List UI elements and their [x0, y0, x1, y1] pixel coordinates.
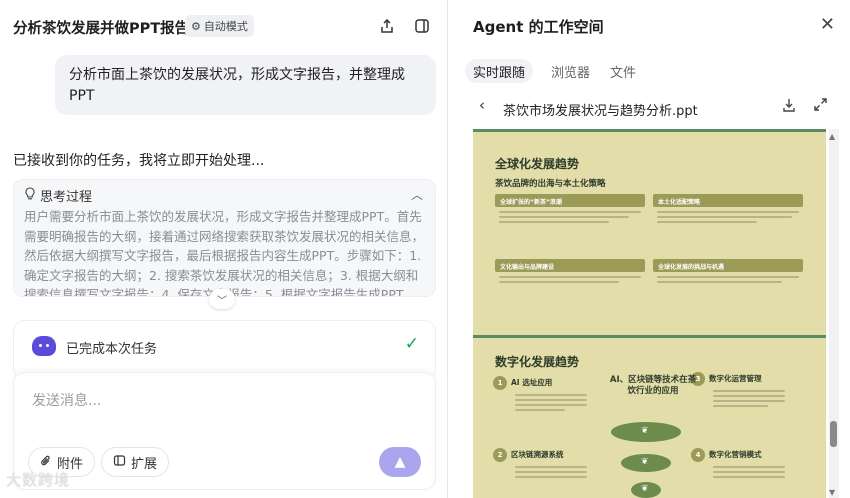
close-icon[interactable]: ✕ — [820, 14, 835, 35]
send-arrow-icon: ▲ — [394, 454, 406, 470]
thinking-header[interactable]: 思考过程 — [24, 186, 92, 205]
workspace-panel: Agent 的工作空间 ✕ 实时跟随 浏览器 文件 ‹ 茶饮市场发展状况与趋势分… — [447, 0, 850, 498]
toggle-panel-icon[interactable] — [411, 15, 433, 37]
slide-divider — [473, 335, 826, 338]
slide1-card-head: 全球扩张的“新茶”浪潮 — [495, 194, 645, 207]
assistant-ack: 已接收到你的任务，我将立即开始处理... — [13, 153, 265, 169]
mode-badge[interactable]: ⚙ 自动模式 — [185, 15, 254, 37]
thinking-label: 思考过程 — [40, 190, 93, 205]
chevron-up-icon[interactable]: ︿ — [411, 186, 423, 203]
slide2-item-head: 数字化运营管理 — [709, 374, 762, 383]
leaf-icon: ❦ — [641, 426, 649, 436]
chat-title: 分析茶饮发展并做PPT报告 — [13, 21, 190, 37]
slide1-card-head: 本土化适配策略 — [653, 194, 803, 207]
lightbulb-icon — [24, 187, 36, 204]
back-arrow-icon[interactable]: ‹ — [479, 96, 485, 114]
file-name: 茶饮市场发展状况与趋势分析.ppt — [503, 104, 698, 119]
thinking-content: 用户需要分析市面上茶饮的发展状况，形成文字报告并整理成PPT。首先需要明确报告的… — [24, 209, 425, 297]
slide2-item-number: 4 — [691, 448, 705, 462]
check-icon: ✓ — [404, 334, 419, 354]
tab-live-follow[interactable]: 实时跟随 — [465, 59, 534, 83]
tab-files[interactable]: 文件 — [602, 59, 644, 83]
thinking-panel: 思考过程 ︿ 用户需要分析市面上茶饮的发展状况，形成文字报告并整理成PPT。首先… — [13, 179, 436, 297]
watermark: 大数跨境 — [6, 471, 71, 489]
scroll-up-icon[interactable]: ▲ — [829, 132, 835, 141]
task-done-text: 已完成本次任务 — [66, 342, 158, 357]
tab-browser[interactable]: 浏览器 — [543, 59, 598, 83]
scroll-down-icon[interactable]: ▼ — [829, 488, 835, 497]
slide1-card: 全球化发展的挑战与机遇 — [653, 259, 803, 314]
slide2-center-title: AI、区块链等技术在茶饮行业的应用 — [609, 375, 697, 396]
send-button[interactable]: ▲ — [379, 447, 421, 477]
slide1-card: 全球扩张的“新茶”浪潮 — [495, 194, 645, 249]
slide1-subtitle: 茶饮品牌的出海与本土化策略 — [495, 179, 606, 189]
paperclip-icon — [40, 454, 52, 471]
slide-divider — [473, 129, 826, 132]
download-icon[interactable] — [782, 98, 796, 116]
slide2-item-number: 2 — [493, 448, 507, 462]
task-done-card: 已完成本次任务 ✓ — [13, 320, 436, 380]
slide1-title: 全球化发展趋势 — [495, 157, 580, 171]
message-input[interactable]: 发送消息... — [32, 390, 101, 410]
chevron-down-icon[interactable]: ﹀ — [209, 289, 235, 309]
extend-button[interactable]: 扩展 — [101, 447, 170, 477]
fullscreen-icon[interactable] — [814, 98, 827, 115]
slide2-item-number: 1 — [493, 376, 507, 390]
message-composer: 发送消息... 附件 扩展 ▲ — [13, 372, 436, 490]
slide2-item-head: AI 选址应用 — [511, 378, 553, 387]
leaf-icon: ❦ — [641, 457, 649, 467]
extend-icon — [113, 454, 126, 471]
slide2-title: 数字化发展趋势 — [495, 355, 580, 369]
slide2-item-head: 数字化营销模式 — [709, 450, 762, 459]
ppt-preview[interactable]: 全球化发展趋势 茶饮品牌的出海与本土化策略 全球扩张的“新茶”浪潮 本土化适配策… — [473, 129, 826, 498]
slide1-card: 本土化适配策略 — [653, 194, 803, 249]
slide1-card: 文化输出与品牌建设 — [495, 259, 645, 314]
extend-label: 扩展 — [131, 456, 158, 472]
chat-panel: 分析茶饮发展并做PPT报告 ⚙ 自动模式 分析市面上茶饮的发展状况，形成文字报告… — [0, 0, 447, 498]
mode-badge-label: 自动模式 — [203, 20, 248, 33]
agent-avatar — [32, 336, 56, 356]
slide2-item-head: 区块链溯源系统 — [511, 450, 564, 459]
leaf-icon: ❦ — [641, 484, 649, 494]
user-message: 分析市面上茶饮的发展状况，形成文字报告，并整理成PPT — [55, 55, 436, 115]
slide1-card-head: 全球化发展的挑战与机遇 — [653, 259, 803, 272]
workspace-title: Agent 的工作空间 — [473, 18, 604, 36]
slide1-card-head: 文化输出与品牌建设 — [495, 259, 645, 272]
share-icon[interactable] — [376, 15, 398, 37]
scrollbar-thumb[interactable] — [830, 421, 837, 447]
auto-mode-icon: ⚙ — [191, 19, 201, 33]
